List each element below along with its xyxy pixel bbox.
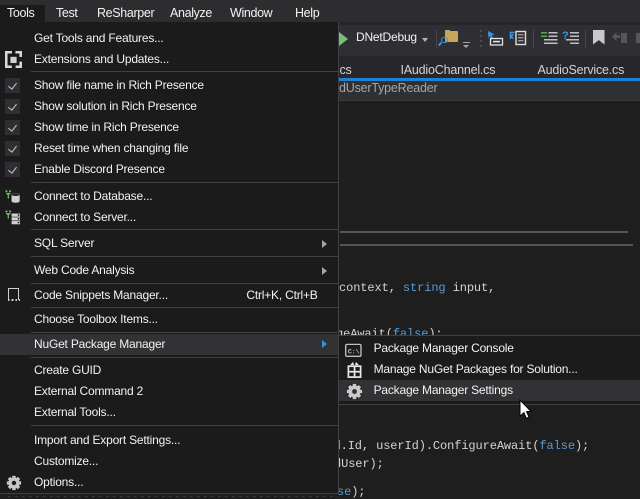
- svg-text:C:\: C:\: [348, 348, 360, 356]
